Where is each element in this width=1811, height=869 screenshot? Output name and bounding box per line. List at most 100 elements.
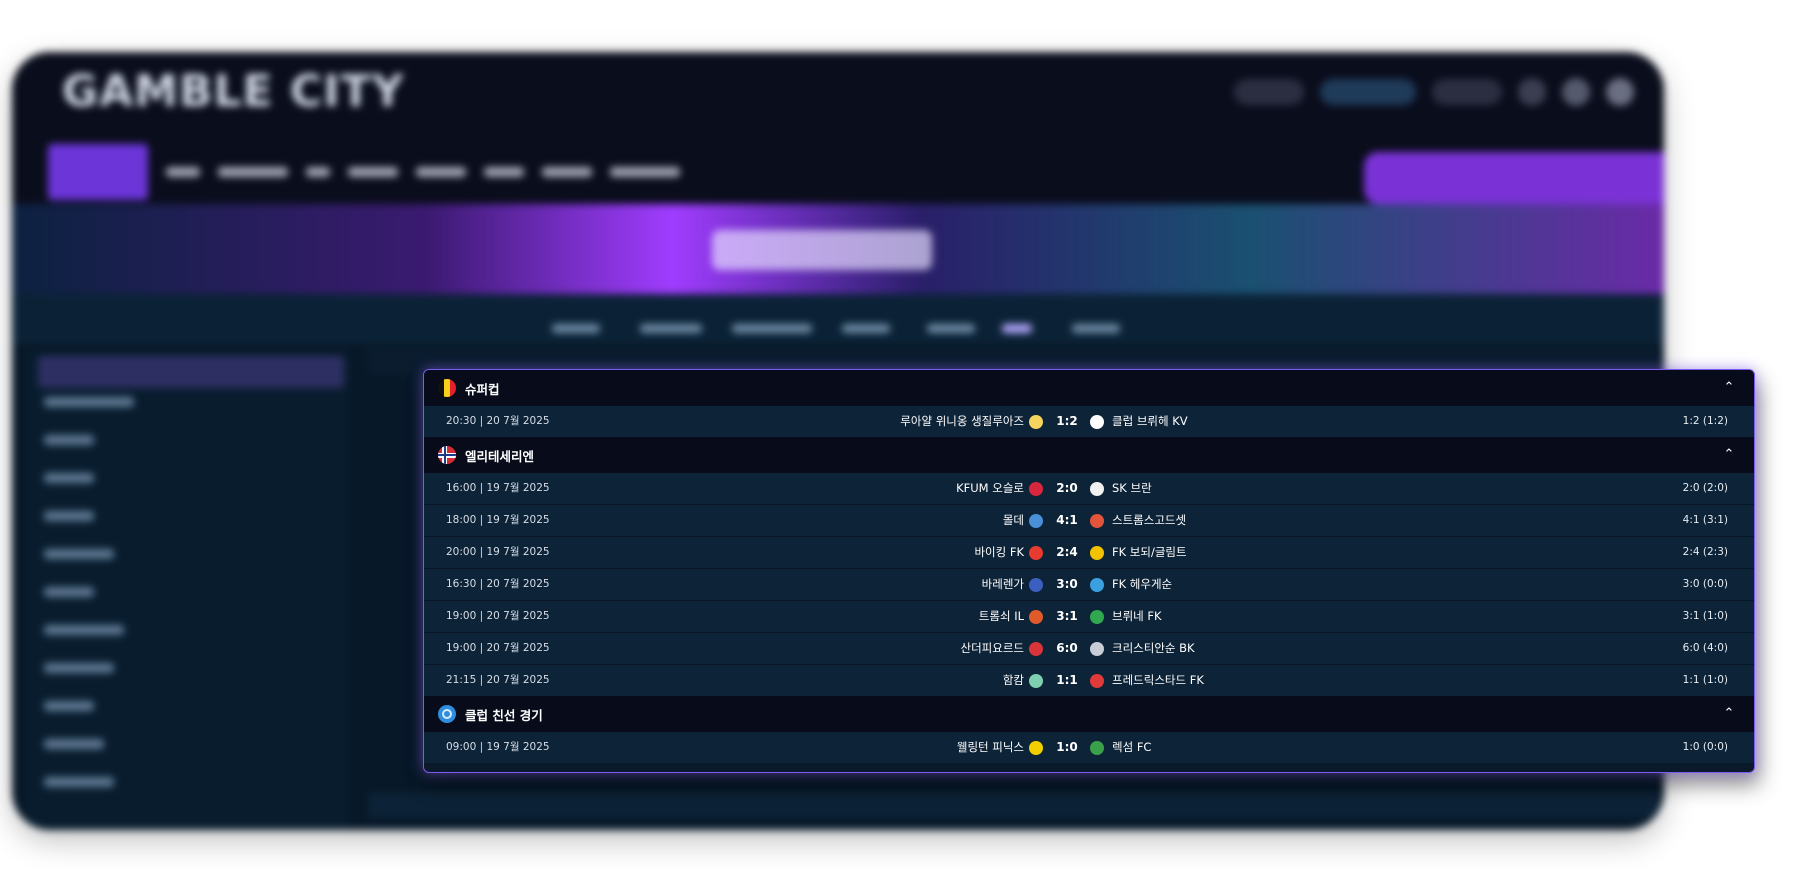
- sidebar-item[interactable]: [44, 511, 94, 521]
- away-team-logo-icon: [1090, 482, 1104, 496]
- nav-item[interactable]: [416, 167, 466, 177]
- match-row[interactable]: 20:30 | 20 7월 2025 루아얄 위니옹 생질루아즈 1:2 클럽 브뤼헤…: [424, 406, 1754, 437]
- home-team-logo-icon: [1029, 482, 1043, 496]
- final-score: 3:0 (0:0): [1682, 578, 1728, 590]
- away-team-name: 렉섬 FC: [1112, 740, 1152, 754]
- chevron-up-icon[interactable]: ⌃: [1720, 379, 1738, 397]
- final-score: 4:1 (3:1): [1682, 514, 1728, 526]
- match-row[interactable]: 16:30 | 20 7월 2025 바레렌가 3:0 FK 헤우게순 3:0 (0:0…: [424, 569, 1754, 601]
- sidebar-item[interactable]: [44, 397, 134, 407]
- match-row[interactable]: 16:00 | 19 7월 2025 KFUM 오슬로 2:0 SK 브란 2:0 (2…: [424, 473, 1754, 505]
- league-header[interactable]: 클럽 친선 경기 ⌃: [424, 696, 1754, 732]
- deposit-pill[interactable]: [1320, 79, 1416, 105]
- match-score: 6:0: [1056, 641, 1078, 655]
- nav-item-active[interactable]: [48, 144, 148, 200]
- match-row[interactable]: 19:00 | 20 7월 2025 트롬쇠 IL 3:1 브뤼네 FK 3:1 (1:…: [424, 601, 1754, 633]
- away-team-name: 스트롬스고드셋: [1112, 513, 1187, 527]
- match-time: 20:00 | 19 7월 2025: [446, 546, 550, 558]
- sidebar-item[interactable]: [44, 549, 114, 559]
- match-row[interactable]: 21:15 | 20 7월 2025 함캄 1:1 프레드릭스타드 FK 1:1 (1:…: [424, 665, 1754, 696]
- home-team-name: 산더피요르드: [960, 641, 1024, 655]
- sidebar-item[interactable]: [44, 473, 94, 483]
- match-time: 16:30 | 20 7월 2025: [446, 578, 550, 590]
- subnav-item-active[interactable]: [1002, 324, 1032, 333]
- results-panel: 슈퍼컵 ⌃ 20:30 | 20 7월 2025 루아얄 위니옹 생질루아즈 1:2 클럽…: [423, 369, 1755, 773]
- sidebar-item[interactable]: [44, 777, 114, 787]
- away-team-logo-icon: [1090, 674, 1104, 688]
- home-team-logo-icon: [1029, 642, 1043, 656]
- match-score: 1:1: [1056, 673, 1078, 687]
- site-logo-text: GAMBLE CITY: [62, 66, 405, 117]
- subnav-item[interactable]: [552, 324, 600, 333]
- sidebar-item[interactable]: [44, 739, 104, 749]
- nav-item[interactable]: [218, 167, 288, 177]
- match-time: 16:00 | 19 7월 2025: [446, 482, 550, 494]
- match-row[interactable]: 09:00 | 19 7월 2025 웰링턴 피닉스 1:0 렉섬 FC 1:0 (0:…: [424, 732, 1754, 763]
- subnav-item[interactable]: [842, 324, 890, 333]
- belgium-flag-icon: [438, 379, 456, 397]
- sidebar-item[interactable]: [44, 625, 124, 635]
- sub-nav: [12, 294, 1664, 344]
- sidebar-item[interactable]: [44, 435, 94, 445]
- language-flag-icon[interactable]: [1606, 78, 1634, 106]
- league-section: 클럽 친선 경기 ⌃ 09:00 | 19 7월 2025 웰링턴 피닉스 1:0 렉섬 …: [424, 696, 1754, 763]
- home-team-name: 몰데: [1002, 513, 1024, 527]
- match-time: 21:15 | 20 7월 2025: [446, 674, 550, 686]
- nav-item[interactable]: [610, 167, 680, 177]
- sidebar-item[interactable]: [44, 663, 114, 673]
- match-time: 19:00 | 20 7월 2025: [446, 642, 550, 654]
- balance-pill[interactable]: [1234, 79, 1304, 105]
- match-row[interactable]: 20:00 | 19 7월 2025 바이킹 FK 2:4 FK 보되/글림트 2:4 …: [424, 537, 1754, 569]
- away-team-logo-icon: [1090, 546, 1104, 560]
- home-team-logo-icon: [1029, 578, 1043, 592]
- match-time: 09:00 | 19 7월 2025: [446, 741, 550, 753]
- sidebar-item-active[interactable]: [38, 356, 344, 388]
- final-score: 1:0 (0:0): [1682, 741, 1728, 753]
- match-row[interactable]: 18:00 | 19 7월 2025 몰데 4:1 스트롬스고드셋 4:1 (3:1): [424, 505, 1754, 537]
- league-section: 엘리테세리엔 ⌃ 16:00 | 19 7월 2025 KFUM 오슬로 2:0 SK 브…: [424, 437, 1754, 696]
- chevron-up-icon[interactable]: ⌃: [1720, 705, 1738, 723]
- subnav-item[interactable]: [732, 324, 812, 333]
- home-team-name: 바레렌가: [981, 577, 1024, 591]
- league-name: 슈퍼컵: [465, 381, 500, 397]
- away-team-logo-icon: [1090, 578, 1104, 592]
- match-score: 2:4: [1056, 545, 1078, 559]
- away-team-name: SK 브란: [1112, 481, 1152, 495]
- league-name: 클럽 친선 경기: [465, 707, 543, 723]
- subnav-item[interactable]: [1072, 324, 1120, 333]
- sidebar-item[interactable]: [44, 701, 94, 711]
- nav-item[interactable]: [348, 167, 398, 177]
- nav-item[interactable]: [542, 167, 592, 177]
- banner-title: [712, 230, 932, 270]
- event-button[interactable]: [1364, 152, 1664, 204]
- away-team-name: FK 보되/글림트: [1112, 545, 1187, 559]
- league-header[interactable]: 슈퍼컵 ⌃: [424, 370, 1754, 406]
- home-team-name: 웰링턴 피닉스: [956, 740, 1024, 754]
- match-time: 20:30 | 20 7월 2025: [446, 415, 550, 427]
- subnav-item[interactable]: [640, 324, 702, 333]
- away-team-name: FK 헤우게순: [1112, 577, 1173, 591]
- subnav-item[interactable]: [927, 324, 975, 333]
- nav-item[interactable]: [484, 167, 524, 177]
- header-actions: [1234, 78, 1634, 106]
- user-pill[interactable]: [1432, 79, 1502, 105]
- match-score: 3:0: [1056, 577, 1078, 591]
- results-row: [368, 792, 1658, 818]
- final-score: 6:0 (4:0): [1682, 642, 1728, 654]
- settings-icon[interactable]: [1562, 78, 1590, 106]
- match-row[interactable]: 19:00 | 20 7월 2025 산더피요르드 6:0 크리스티안순 BK 6:0 …: [424, 633, 1754, 665]
- nav-item[interactable]: [306, 167, 330, 177]
- league-header[interactable]: 엘리테세리엔 ⌃: [424, 437, 1754, 473]
- nav-item[interactable]: [166, 167, 200, 177]
- match-time: 18:00 | 19 7월 2025: [446, 514, 550, 526]
- league-name: 엘리테세리엔: [465, 448, 535, 464]
- gift-icon[interactable]: [1518, 78, 1546, 106]
- league-section: 슈퍼컵 ⌃ 20:30 | 20 7월 2025 루아얄 위니옹 생질루아즈 1:2 클럽…: [424, 370, 1754, 437]
- final-score: 2:4 (2:3): [1682, 546, 1728, 558]
- home-team-logo-icon: [1029, 674, 1043, 688]
- final-score: 2:0 (2:0): [1682, 482, 1728, 494]
- away-team-logo-icon: [1090, 642, 1104, 656]
- chevron-up-icon[interactable]: ⌃: [1720, 446, 1738, 464]
- away-team-logo-icon: [1090, 610, 1104, 624]
- sidebar-item[interactable]: [44, 587, 94, 597]
